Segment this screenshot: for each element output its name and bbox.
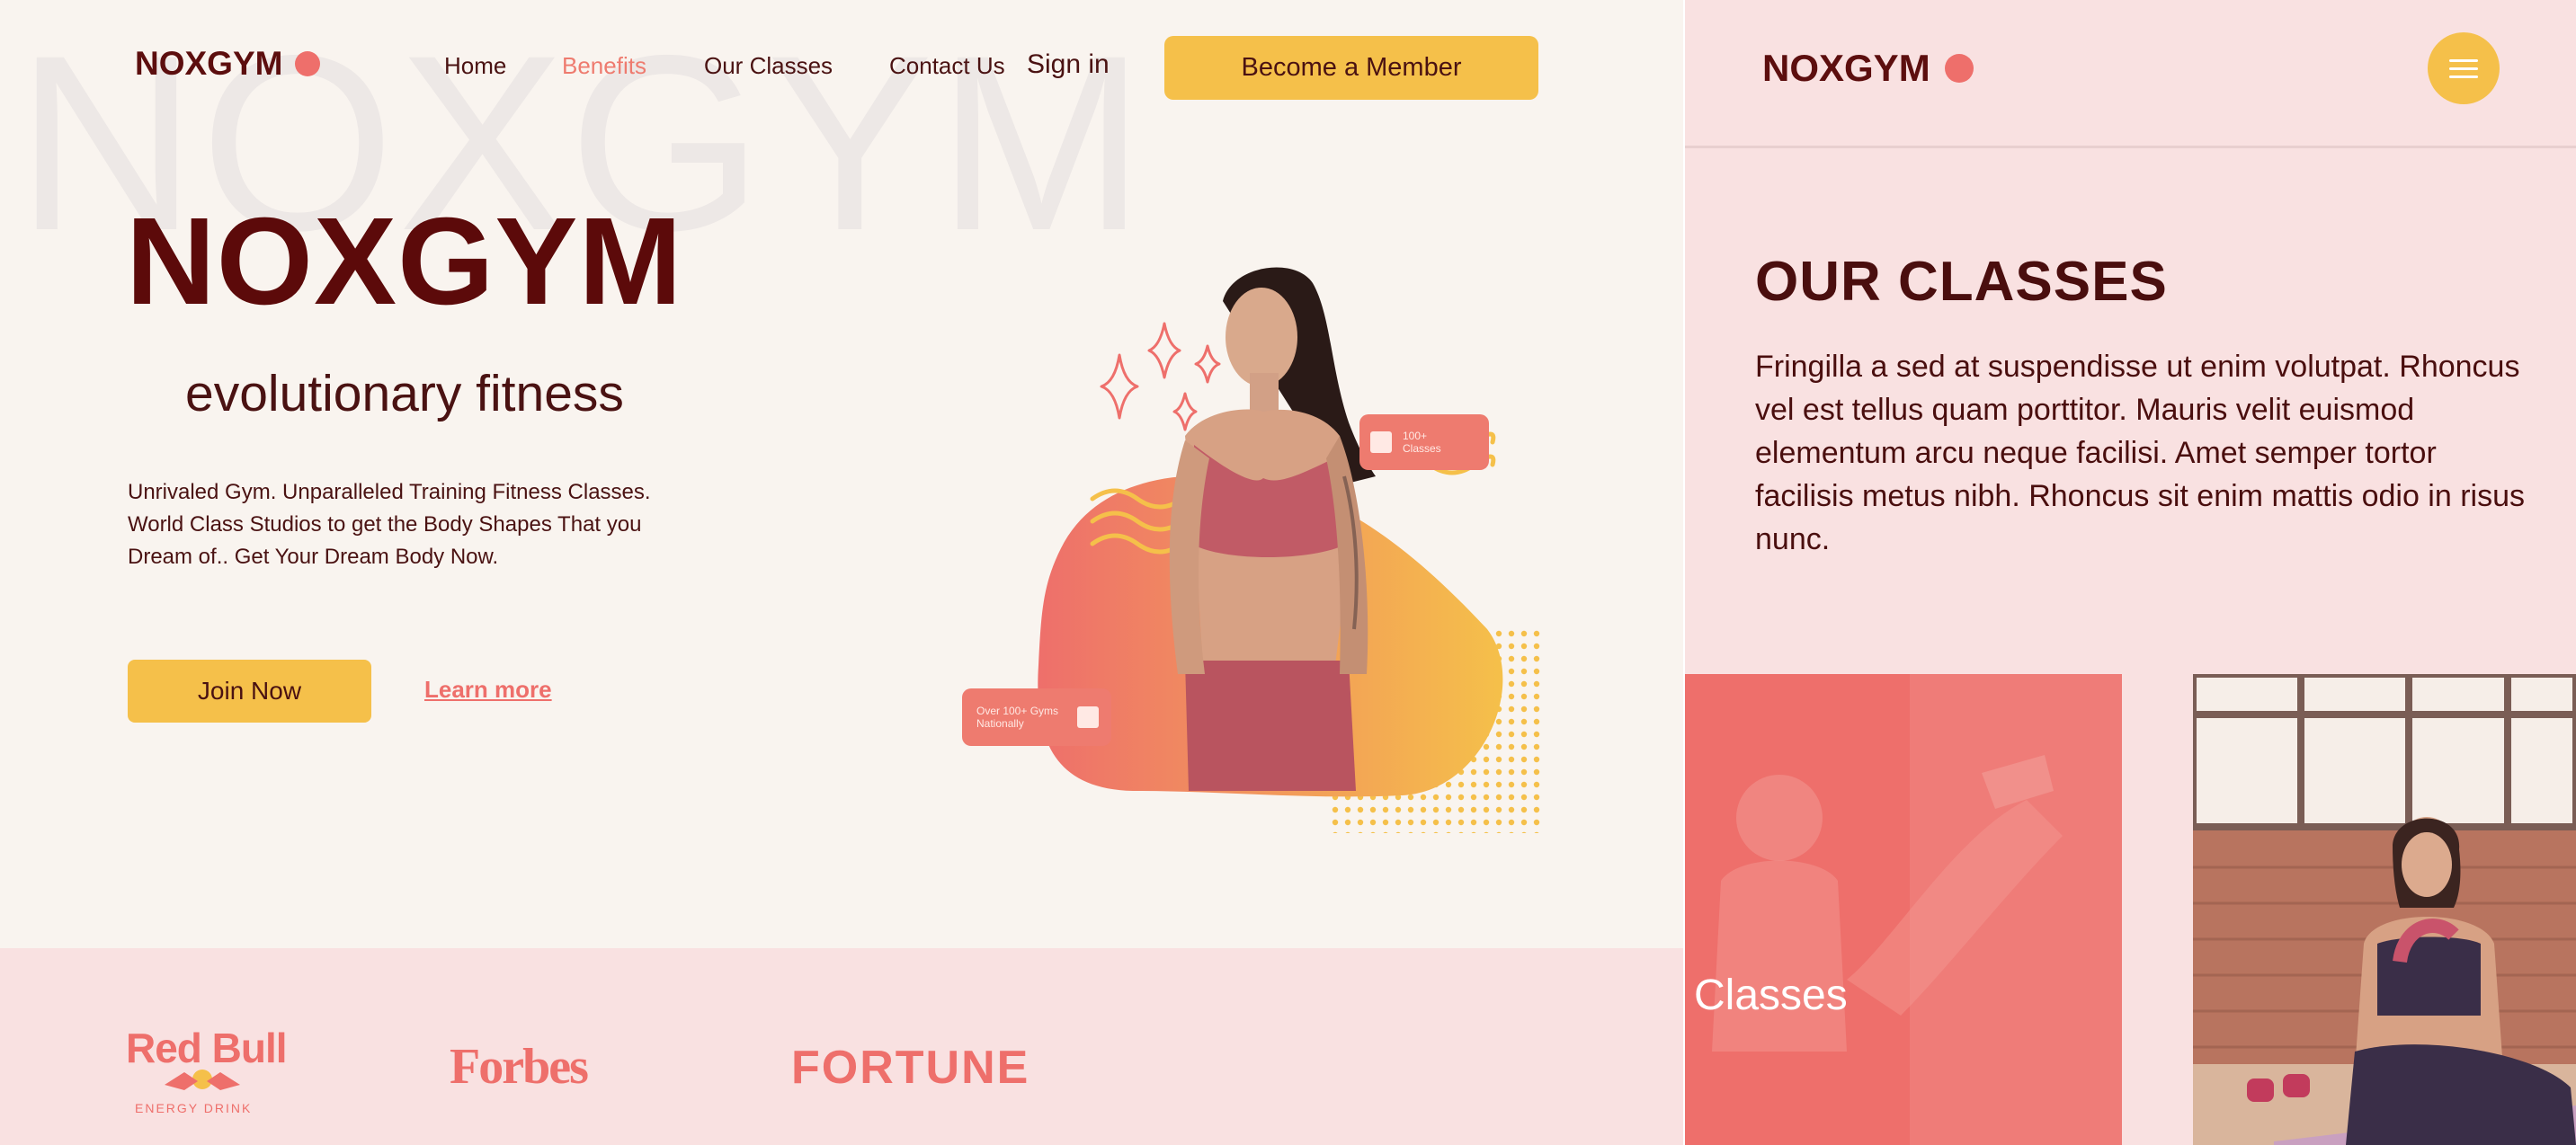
sparkle-icons — [1100, 322, 1221, 431]
mobile-brand-logo[interactable]: NOXGYM — [1762, 47, 1974, 90]
hero-artwork — [1038, 267, 1542, 833]
building-icon — [1077, 706, 1099, 728]
badge-gyms-text: Over 100+ Gyms Nationally — [976, 705, 1059, 730]
section-title: OUR CLASSES — [1755, 251, 2168, 313]
athlete-figure — [1169, 267, 1376, 791]
mobile-logo-text: NOXGYM — [1762, 47, 1930, 89]
classes-card[interactable]: Classes — [1685, 674, 2122, 1145]
classes-card-photo — [1712, 674, 2122, 1145]
calendar-icon — [1370, 431, 1392, 453]
mobile-page: NOXGYM OUR CLASSES Fringilla a sed at su… — [1685, 0, 2576, 1145]
logo-dot-icon — [1944, 54, 1974, 83]
brand-logo[interactable]: NOXGYM — [135, 45, 321, 83]
menu-bar-icon — [2449, 75, 2478, 78]
sign-in-link[interactable]: Sign in — [1027, 49, 1110, 80]
join-now-button[interactable]: Join Now — [128, 660, 371, 723]
nav-our-classes[interactable]: Our Classes — [704, 52, 833, 80]
class-photo-card[interactable] — [2193, 674, 2576, 1145]
menu-bar-icon — [2449, 59, 2478, 62]
hero-subtitle: evolutionary fitness — [185, 365, 624, 422]
badge-classes-text: 100+ Classes — [1403, 430, 1441, 455]
badge-classes: 100+ Classes — [1359, 414, 1489, 470]
hero-illustration: 100+ Classes Over 100+ Gyms Nationally — [953, 252, 1555, 845]
class-photo — [2193, 674, 2576, 1145]
fortune-logo: FORTUNE — [791, 1042, 1030, 1094]
hero-description: Unrivaled Gym. Unparalleled Training Fit… — [128, 480, 651, 569]
mobile-header: NOXGYM — [1685, 0, 2576, 148]
logo-dot-icon — [295, 51, 321, 76]
hamburger-menu-button[interactable] — [2428, 32, 2500, 104]
nav-benefits[interactable]: Benefits — [562, 52, 646, 80]
forbes-logo: Forbes — [450, 1039, 589, 1095]
desktop-landing-page: NOXGYM NOXGYM Home Benefits Our Classes … — [0, 0, 1683, 1145]
menu-bar-icon — [2449, 67, 2478, 70]
nav-contact-us[interactable]: Contact Us — [889, 52, 1005, 80]
hero-title: NOXGYM — [126, 192, 683, 331]
learn-more-link[interactable]: Learn more — [424, 676, 552, 704]
redbull-bulls-icon — [165, 1070, 240, 1090]
become-member-button[interactable]: Become a Member — [1164, 36, 1538, 100]
nav-home[interactable]: Home — [444, 52, 506, 80]
redbull-subtitle: ENERGY DRINK — [135, 1101, 253, 1115]
logo-text: NOXGYM — [135, 45, 283, 82]
classes-card-label: Classes — [1694, 972, 1848, 1019]
brand-logos-strip: Red Bull ENERGY DRINK Forbes FORTUNE — [0, 948, 1683, 1145]
section-body: Fringilla a sed at suspendisse ut enim v… — [1755, 350, 2525, 556]
top-navigation: NOXGYM Home Benefits Our Classes Contact… — [0, 0, 1683, 135]
badge-gyms: Over 100+ Gyms Nationally — [962, 688, 1111, 746]
